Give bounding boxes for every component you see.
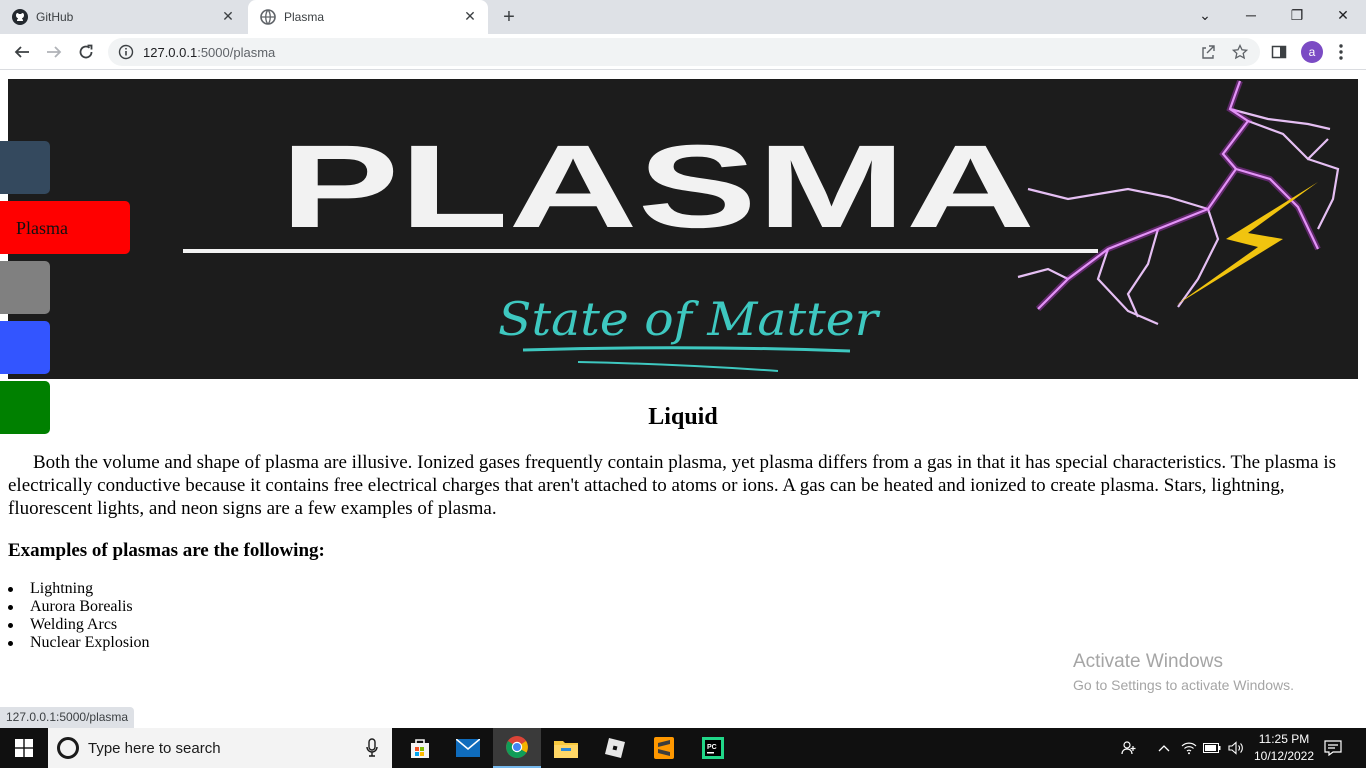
sidebar-button-label: Plasma (16, 218, 68, 238)
sidebar-button-1[interactable] (0, 141, 50, 194)
reload-button[interactable] (74, 40, 98, 64)
windows-logo-icon (15, 739, 33, 757)
show-hidden-icons-chevron-icon[interactable] (1154, 728, 1174, 768)
profile-avatar[interactable]: a (1301, 41, 1323, 63)
arrow-right-icon (47, 46, 62, 58)
reload-icon (79, 44, 93, 59)
taskbar-sublime-app[interactable] (640, 728, 688, 768)
sublime-text-icon (654, 737, 674, 759)
mail-icon (456, 739, 480, 757)
url-text: 127.0.0.1:5000/plasma (143, 45, 275, 60)
examples-list: Lightning Aurora Borealis Welding Arcs N… (8, 580, 150, 652)
github-icon (12, 9, 28, 25)
tab-search-icon[interactable]: ⌄ (1182, 0, 1228, 30)
tab-title: GitHub (36, 10, 74, 24)
watermark-subtitle: Go to Settings to activate Windows. (1073, 677, 1294, 693)
taskbar-roblox-app[interactable] (591, 728, 639, 768)
windows-taskbar: Type here to search PC 11:25 PM 10/12/20… (0, 728, 1366, 768)
side-panel-icon[interactable] (1271, 44, 1287, 60)
tab-title: Plasma (284, 10, 325, 24)
chrome-icon (506, 736, 528, 758)
volume-icon[interactable] (1226, 728, 1246, 768)
intro-paragraph: Both the volume and shape of plasma are … (8, 452, 1337, 519)
url-path: :5000/plasma (197, 45, 276, 60)
close-tab-icon[interactable]: ✕ (220, 8, 236, 24)
tab-github[interactable]: GitHub ✕ (0, 0, 246, 34)
notifications-icon[interactable] (1322, 728, 1344, 768)
list-item: Welding Arcs (8, 616, 150, 634)
section-heading: Liquid (648, 404, 718, 430)
list-item: Aurora Borealis (8, 598, 150, 616)
tab-plasma[interactable]: Plasma ✕ (248, 0, 488, 34)
search-placeholder: Type here to search (88, 740, 221, 757)
start-button[interactable] (0, 728, 48, 768)
banner-title: PLASMA (280, 121, 1035, 253)
tab-strip: GitHub ✕ Plasma ✕ + ⌄ ─ ❐ ✕ (0, 0, 1366, 34)
taskbar-file-explorer-app[interactable] (542, 728, 590, 768)
minimize-icon[interactable]: ─ (1228, 0, 1274, 30)
system-clock[interactable]: 11:25 PM 10/12/2022 (1245, 731, 1323, 765)
clock-time: 11:25 PM (1258, 732, 1310, 746)
taskbar-pycharm-app[interactable]: PC (689, 728, 737, 768)
store-bag-icon (411, 739, 429, 758)
taskbar-mail-app[interactable] (444, 728, 492, 768)
wifi-icon[interactable] (1180, 728, 1198, 768)
url-host: 127.0.0.1 (143, 45, 198, 60)
microphone-icon[interactable] (366, 738, 378, 758)
pycharm-icon: PC (702, 737, 724, 759)
info-icon[interactable] (118, 44, 134, 60)
svg-text:PC: PC (707, 744, 717, 751)
new-tab-button[interactable]: + (498, 6, 520, 28)
back-button[interactable] (10, 40, 34, 64)
activate-windows-watermark: Activate Windows Go to Settings to activ… (1073, 651, 1294, 693)
sidebar-button-plasma[interactable]: Plasma (0, 201, 130, 254)
plasma-banner-image: PLASMA State of Matter (8, 79, 1358, 379)
battery-icon[interactable] (1202, 728, 1222, 768)
people-icon[interactable] (1118, 728, 1140, 768)
list-item: Lightning (8, 580, 150, 598)
restore-icon[interactable]: ❐ (1274, 0, 1320, 30)
globe-icon (260, 9, 276, 25)
list-item: Nuclear Explosion (8, 634, 150, 652)
share-icon[interactable] (1200, 44, 1216, 60)
forward-button[interactable] (42, 40, 66, 64)
taskbar-search-box[interactable]: Type here to search (48, 728, 392, 768)
taskbar-chrome-app[interactable] (493, 728, 541, 768)
address-bar[interactable]: 127.0.0.1:5000/plasma (108, 38, 1260, 66)
roblox-icon (605, 738, 625, 758)
sidebar-button-4[interactable] (0, 321, 50, 374)
taskbar-store-app[interactable] (396, 728, 444, 768)
bookmark-star-icon[interactable] (1232, 44, 1248, 60)
close-window-icon[interactable]: ✕ (1320, 0, 1366, 30)
browser-toolbar: 127.0.0.1:5000/plasma a (0, 34, 1366, 70)
arrow-left-icon (14, 46, 29, 58)
watermark-title: Activate Windows (1073, 651, 1223, 672)
banner-subtitle: State of Matter (498, 292, 881, 346)
examples-subheading: Examples of plasmas are the following: (8, 540, 325, 561)
clock-date: 10/12/2022 (1253, 749, 1315, 763)
search-icon (57, 737, 79, 759)
close-tab-icon[interactable]: ✕ (462, 8, 478, 24)
page-viewport: PLASMA State of Matter Plasma Liquid Bot… (0, 71, 1366, 728)
status-bar-url: 127.0.0.1:5000/plasma (0, 707, 135, 728)
folder-icon (554, 741, 578, 758)
sidebar-button-3[interactable] (0, 261, 50, 314)
more-menu-icon[interactable] (1337, 42, 1345, 62)
